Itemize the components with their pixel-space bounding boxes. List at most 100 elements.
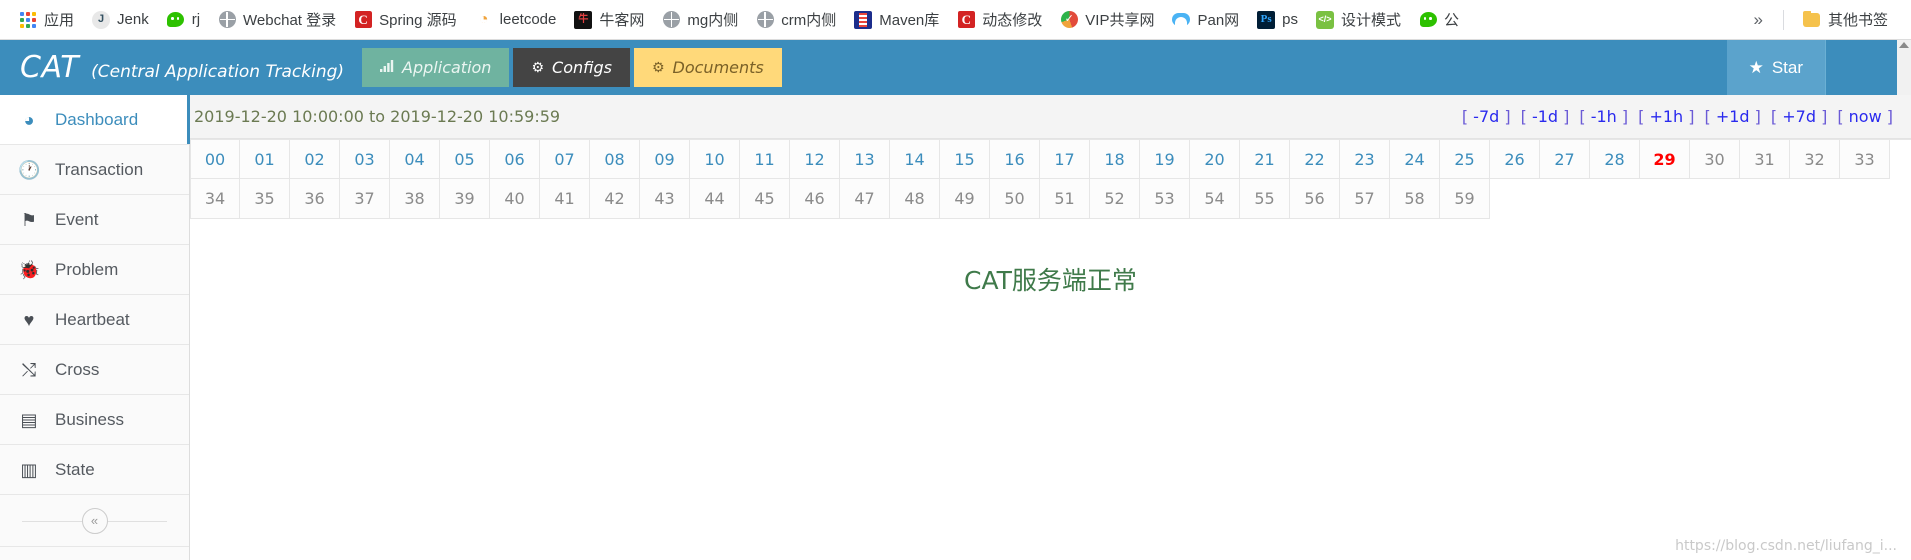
- minute-cell-11[interactable]: 11: [740, 139, 790, 179]
- sidebar-item-business[interactable]: ▤ Business: [0, 395, 189, 445]
- bookmark-item[interactable]: </> 设计模式: [1307, 5, 1410, 34]
- browser-window: 应用 J Jenk rj Webchat 登录 C Spring 源码 ◔ leetcode 牛牛…: [0, 0, 1911, 560]
- star-label: Star: [1771, 57, 1803, 77]
- bookmark-item[interactable]: rj: [158, 7, 209, 33]
- minute-cell-06[interactable]: 06: [490, 139, 540, 179]
- minute-cell-17[interactable]: 17: [1040, 139, 1090, 179]
- bookmark-item[interactable]: Ps ps: [1248, 7, 1307, 33]
- design-pattern-icon: </>: [1316, 10, 1335, 29]
- minute-cell-15[interactable]: 15: [940, 139, 990, 179]
- bookmark-item[interactable]: ◔ leetcode: [466, 7, 566, 33]
- sidebar-item-transaction[interactable]: 🕐 Transaction: [0, 145, 189, 195]
- other-bookmarks-button[interactable]: 其他书签: [1794, 5, 1897, 34]
- bookmark-item[interactable]: 牛牛客网: [565, 5, 653, 34]
- time-link-minus1h[interactable]: [ -1h ]: [1579, 107, 1628, 126]
- bookmark-label: rj: [191, 11, 201, 28]
- minute-cell-10[interactable]: 10: [690, 139, 740, 179]
- bookmark-item[interactable]: Maven库: [845, 5, 948, 34]
- minute-cell-28[interactable]: 28: [1590, 139, 1640, 179]
- tab-documents-label: Documents: [672, 58, 764, 77]
- bookmark-item[interactable]: C Spring 源码: [345, 5, 466, 34]
- list-icon: ▤: [20, 409, 38, 430]
- csdn-icon: C: [354, 11, 372, 29]
- minute-cell-03[interactable]: 03: [340, 139, 390, 179]
- sidebar-item-heartbeat[interactable]: ♥ Heartbeat: [0, 295, 189, 345]
- minute-cell-09[interactable]: 09: [640, 139, 690, 179]
- minute-cell-05[interactable]: 05: [440, 139, 490, 179]
- minute-cell-47: 47: [840, 179, 890, 219]
- bookmark-overflow-button[interactable]: »: [1744, 8, 1773, 32]
- minute-cell-00[interactable]: 00: [190, 139, 240, 179]
- globe-icon: [756, 11, 774, 29]
- bookmark-item[interactable]: Webchat 登录: [209, 5, 345, 34]
- minute-cell-27[interactable]: 27: [1540, 139, 1590, 179]
- sidebar-item-problem[interactable]: 🐞 Problem: [0, 245, 189, 295]
- sidebar-item-label: Cross: [55, 359, 100, 379]
- bookmark-item[interactable]: VIP共享网: [1051, 5, 1163, 34]
- bookmark-item[interactable]: mg内侧: [653, 5, 747, 34]
- bookmark-bar-right: » 其他书签: [1744, 5, 1901, 34]
- minute-cell-24[interactable]: 24: [1390, 139, 1440, 179]
- minute-cell-22[interactable]: 22: [1290, 139, 1340, 179]
- app-header: CAT (Central Application Tracking) Appli…: [0, 40, 1911, 95]
- time-link-plus7d[interactable]: [ +7d ]: [1771, 107, 1827, 126]
- time-link-minus1d[interactable]: [ -1d ]: [1521, 107, 1570, 126]
- bookmark-label: 牛客网: [599, 12, 645, 29]
- time-link-minus7d[interactable]: [ -7d ]: [1462, 107, 1511, 126]
- minute-cell-54: 54: [1190, 179, 1240, 219]
- heart-icon: ♥: [23, 309, 35, 330]
- sidebar-collapse-button[interactable]: «: [81, 507, 108, 534]
- time-link-label: -1h: [1590, 107, 1617, 126]
- minute-cell-20[interactable]: 20: [1190, 139, 1240, 179]
- minute-cell-18[interactable]: 18: [1090, 139, 1140, 179]
- dashboard-icon: ◕: [23, 109, 35, 130]
- sidebar-item-state[interactable]: ▥ State: [0, 445, 189, 495]
- minute-cell-08[interactable]: 08: [590, 139, 640, 179]
- header-spacer: [1825, 40, 1897, 95]
- time-link-plus1d[interactable]: [ +1d ]: [1705, 107, 1761, 126]
- sidebar-item-cross[interactable]: ⤭ Cross: [0, 345, 189, 395]
- minute-cell-23[interactable]: 23: [1340, 139, 1390, 179]
- minute-cell-30: 30: [1690, 139, 1740, 179]
- minute-cell-16[interactable]: 16: [990, 139, 1040, 179]
- bookmark-item[interactable]: 公: [1410, 5, 1468, 34]
- minute-cell-25[interactable]: 25: [1440, 139, 1490, 179]
- minute-cell-19[interactable]: 19: [1140, 139, 1190, 179]
- minute-cell-01[interactable]: 01: [240, 139, 290, 179]
- minute-cell-14[interactable]: 14: [890, 139, 940, 179]
- minute-cell-57: 57: [1340, 179, 1390, 219]
- minute-cell-26[interactable]: 26: [1490, 139, 1540, 179]
- folder-icon: [1803, 10, 1821, 29]
- tab-application[interactable]: Application: [362, 48, 510, 87]
- bookmark-item[interactable]: C 动态修改: [948, 5, 1051, 34]
- time-link-label: +1h: [1649, 107, 1684, 126]
- scrollbar-up-arrow[interactable]: [1897, 40, 1911, 95]
- time-link-now[interactable]: [ now ]: [1837, 107, 1893, 126]
- pan-cloud-icon: [1172, 11, 1191, 29]
- minute-cell-44: 44: [690, 179, 740, 219]
- bookmark-item[interactable]: J Jenk: [83, 7, 158, 33]
- minute-cell-21[interactable]: 21: [1240, 139, 1290, 179]
- minute-cell-12[interactable]: 12: [790, 139, 840, 179]
- time-link-plus1h[interactable]: [ +1h ]: [1638, 107, 1694, 126]
- tab-documents[interactable]: ⚙ Documents: [633, 48, 782, 87]
- main-content: 2019-12-20 10:00:00 to 2019-12-20 10:59:…: [190, 95, 1911, 560]
- sidebar-item-dashboard[interactable]: ◕ Dashboard: [0, 95, 190, 145]
- minute-cell-04[interactable]: 04: [390, 139, 440, 179]
- star-button[interactable]: ★ Star: [1726, 40, 1825, 95]
- sidebar-item-event[interactable]: ⚑ Event: [0, 195, 189, 245]
- minute-cell-13[interactable]: 13: [840, 139, 890, 179]
- page-body: ◕ Dashboard 🕐 Transaction ⚑ Event 🐞 Problem ♥ Hea…: [0, 95, 1911, 560]
- star-icon: ★: [1748, 57, 1764, 77]
- bookmark-label: 设计模式: [1341, 12, 1402, 29]
- bookmark-item[interactable]: Pan网: [1163, 5, 1248, 34]
- bookmark-item[interactable]: 应用: [10, 5, 83, 34]
- vip-check-icon: [1060, 11, 1078, 29]
- minute-cell-50: 50: [990, 179, 1040, 219]
- minute-cell-07[interactable]: 07: [540, 139, 590, 179]
- minute-cell-02[interactable]: 02: [290, 139, 340, 179]
- minute-cell-32: 32: [1790, 139, 1840, 179]
- tab-configs[interactable]: ⚙ Configs: [513, 48, 630, 87]
- minute-grid: 00 01 02 03 04 05 06 07 08 09 10 11 12 13 14 15 16 17 18 19…: [190, 139, 1911, 219]
- bookmark-item[interactable]: crm内侧: [747, 5, 845, 34]
